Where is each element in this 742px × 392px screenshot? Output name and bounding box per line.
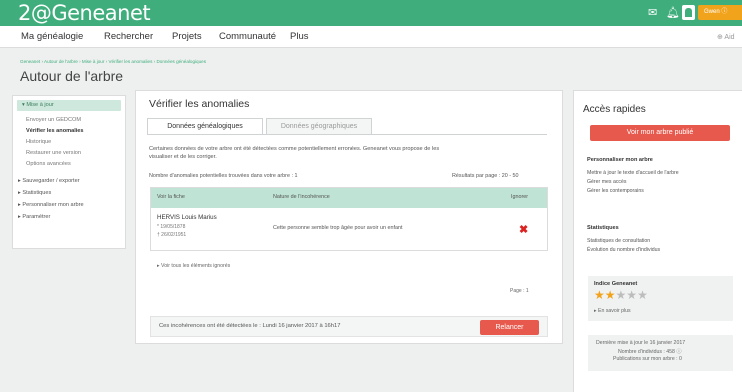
sidebar-section-label[interactable]: ▾ Mise à jour <box>22 102 54 108</box>
index-title: Indice Geneanet <box>594 281 638 287</box>
update-info-box: Dernière mise à jour le 16 janvier 2017 … <box>588 335 733 371</box>
view-ignored-link[interactable]: ▸ Voir tous les éléments ignorés <box>157 263 230 269</box>
anomalies-table: Voir la fiche Nature de l'incohérence Ig… <box>150 187 548 251</box>
sidebar-item-personnaliser[interactable]: ▸ Personnaliser mon arbre <box>18 202 84 208</box>
anomaly-description: Cette personne semble trop âgée pour avo… <box>273 225 403 231</box>
sidebar-item-parametrer[interactable]: ▸ Paramétrer <box>18 214 50 220</box>
sidebar-item-sauvegarder[interactable]: ▸ Sauvegarder / exporter <box>18 178 80 184</box>
user-menu-button[interactable]: Gwen ⓘ <box>698 5 742 20</box>
ignore-x-icon[interactable]: ✖ <box>519 225 528 236</box>
top-bar: 2@Geneanet ✉ 🔔︎ Gwen ⓘ <box>0 0 742 26</box>
link-consultation-stats[interactable]: Statistiques de consultation <box>587 238 650 244</box>
quick-access-panel: Accès rapides Voir mon arbre publié Pers… <box>573 90 742 392</box>
breadcrumb[interactable]: Geneanet › Autour de l'arbre › Mise à jo… <box>20 59 206 64</box>
star-empty-icon: ★ <box>626 288 638 302</box>
sidebar-item-historique[interactable]: Historique <box>26 139 51 145</box>
person-name-link[interactable]: HERVIS Louis Marius <box>157 214 217 221</box>
link-contemporaries[interactable]: Gérer les contemporains <box>587 188 644 194</box>
sidebar-item-restaurer[interactable]: Restaurer une version <box>26 150 81 156</box>
menu-plus[interactable]: Plus <box>290 31 308 43</box>
link-manage-access[interactable]: Gérer mes accès <box>587 179 627 185</box>
menu-projets[interactable]: Projets <box>172 31 202 43</box>
results-per-page[interactable]: Résultats par page : 20 - 50 <box>452 173 519 179</box>
sidebar-item-gedcom[interactable]: Envoyer un GEDCOM <box>26 117 81 123</box>
avatar-icon[interactable] <box>682 5 695 20</box>
page-title: Autour de l'arbre <box>20 68 124 84</box>
star-empty-icon: ★ <box>637 288 648 302</box>
relancer-button[interactable]: Relancer <box>480 320 539 335</box>
help-link[interactable]: ⊕ Aid <box>717 33 735 41</box>
tab-donnees-genealogiques[interactable]: Données généalogiques <box>147 118 263 135</box>
col-ignorer: Ignorer <box>511 194 529 200</box>
table-header: Voir la fiche Nature de l'incohérence Ig… <box>151 188 547 208</box>
death-date: † 26/02/1951 <box>157 232 187 238</box>
col-voir-fiche: Voir la fiche <box>157 194 185 200</box>
description-line-1: Certaines données de votre arbre ont été… <box>149 146 440 152</box>
sidebar-item-anomalies[interactable]: Vérifier les anomalies <box>26 128 84 134</box>
publish-tree-button[interactable]: Voir mon arbre publié <box>590 125 730 141</box>
last-update: Dernière mise à jour le 16 janvier 2017 <box>596 340 686 346</box>
star-empty-icon: ★ <box>615 288 627 302</box>
geneanet-index-box: Indice Geneanet ★★★★★ ▸ En savoir plus <box>588 276 733 321</box>
geneanet-logo[interactable]: 2@Geneanet <box>18 1 151 25</box>
link-welcome-text[interactable]: Mettre à jour le texte d'accueil de l'ar… <box>587 170 679 176</box>
menu-rechercher[interactable]: Rechercher <box>104 31 153 43</box>
menu-ma-genealogie[interactable]: Ma généalogie <box>21 31 83 43</box>
link-individuals-evolution[interactable]: Évolution du nombre d'individus <box>587 247 660 253</box>
birth-date: * 19/05/1878 <box>157 224 186 230</box>
quick-access-title: Accès rapides <box>583 104 646 115</box>
description-line-2: visualiser et de les corriger. <box>149 154 217 160</box>
section-title: Vérifier les anomalies <box>149 98 250 110</box>
individuals-count: Nombre d'individus : 458 ⓘ <box>618 349 682 355</box>
sidebar-item-statistiques[interactable]: ▸ Statistiques <box>18 190 51 196</box>
publications-count: Publications sur mon arbre : 0 <box>613 356 682 362</box>
stats-title: Statistiques <box>587 225 619 231</box>
learn-more-link[interactable]: ▸ En savoir plus <box>594 308 631 314</box>
rating-stars: ★★★★★ <box>594 289 648 302</box>
tab-donnees-geographiques[interactable]: Données géographiques <box>266 118 372 135</box>
sidebar-item-options[interactable]: Options avancées <box>26 161 71 167</box>
col-nature: Nature de l'incohérence <box>273 194 330 200</box>
anomaly-count: Nombre d'anomalies potentielles trouvées… <box>149 173 298 179</box>
bell-icon[interactable]: 🔔︎ <box>666 6 680 20</box>
pagination[interactable]: Page : 1 <box>510 288 529 294</box>
tab-divider <box>147 134 547 135</box>
main-menu: Ma généalogie Rechercher Projets Communa… <box>0 26 742 48</box>
star-filled-icon: ★ <box>594 288 605 302</box>
sidebar: ▾ Mise à jour Envoyer un GEDCOM Vérifier… <box>12 95 126 249</box>
menu-communaute[interactable]: Communauté <box>219 31 276 43</box>
personalize-title: Personnaliser mon arbre <box>587 157 653 163</box>
mail-icon[interactable]: ✉ <box>648 6 657 20</box>
detection-date: Ces incohérences ont été détectées le : … <box>159 323 341 329</box>
star-filled-icon: ★ <box>604 288 616 302</box>
